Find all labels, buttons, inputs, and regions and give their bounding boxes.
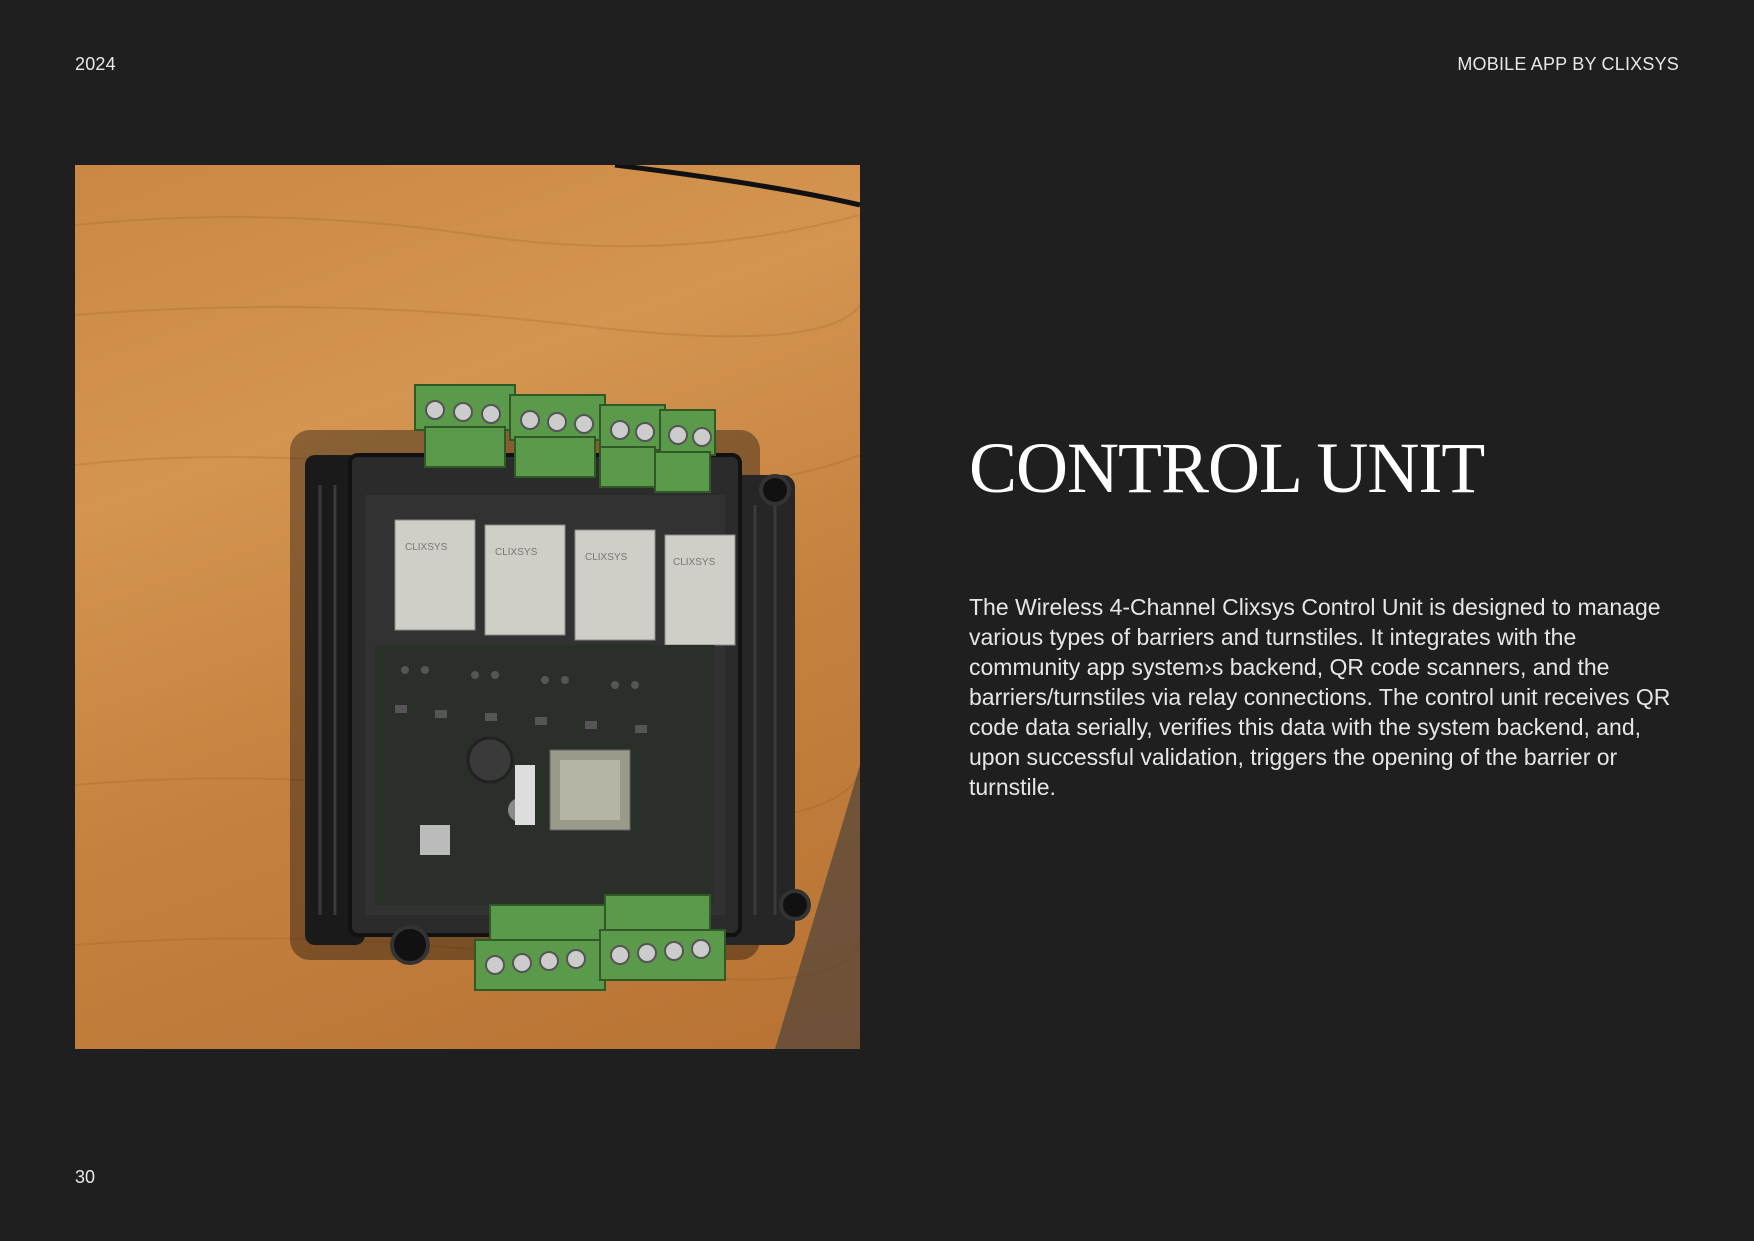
- relay-label-2: CLIXSYS: [495, 547, 538, 558]
- brand-label: MOBILE APP BY CLIXSYS: [1457, 54, 1679, 74]
- year-label: 2024: [75, 54, 116, 74]
- control-unit-photo: CLIXSYS CLIXSYS CLIXSYS CLIXSYS: [75, 165, 860, 1049]
- page-number: 30: [75, 1167, 96, 1187]
- page-title: CONTROL UNIT: [969, 428, 1485, 508]
- description-text: The Wireless 4-Channel Clixsys Control U…: [969, 594, 1671, 800]
- relay-label-3: CLIXSYS: [585, 552, 628, 563]
- relay-label-4: CLIXSYS: [673, 557, 716, 568]
- relay-label-1: CLIXSYS: [405, 542, 448, 553]
